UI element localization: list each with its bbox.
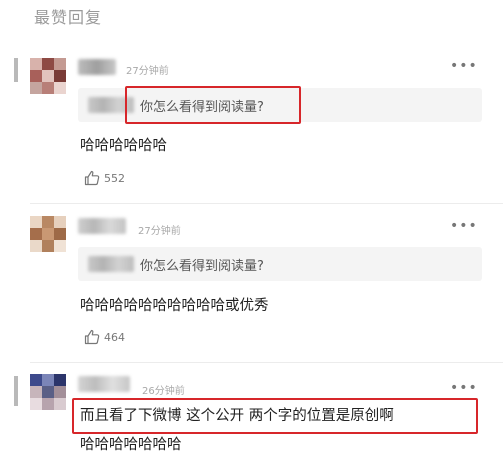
divider: [30, 362, 503, 363]
more-dots-icon[interactable]: •••: [450, 380, 478, 396]
comment-body-line-2: 哈哈哈哈哈哈哈: [80, 437, 182, 453]
comment-time: 27分钟前: [126, 66, 169, 77]
reply-quote-text: 你怎么看得到阅读量?: [140, 259, 264, 274]
like-count: 552: [104, 171, 125, 185]
like-button[interactable]: 464: [84, 328, 125, 346]
reply-quote[interactable]: 你怎么看得到阅读量?: [78, 247, 482, 281]
comment-body: 哈哈哈哈哈哈哈哈哈哈或优秀: [80, 298, 269, 314]
like-button[interactable]: 552: [84, 169, 125, 187]
username-blurred[interactable]: [78, 376, 130, 392]
thumbs-up-icon: [84, 329, 100, 345]
comment-body: 哈哈哈哈哈哈: [80, 138, 167, 154]
edge-marker: [14, 376, 18, 406]
thumbs-up-icon: [84, 170, 100, 186]
highlight-box: [125, 86, 301, 124]
like-count: 464: [104, 330, 125, 344]
divider: [30, 203, 503, 204]
username-blurred[interactable]: [78, 59, 116, 75]
username-blurred[interactable]: [78, 218, 126, 234]
section-title: 最赞回复: [34, 8, 103, 27]
avatar[interactable]: [30, 58, 66, 94]
more-dots-icon[interactable]: •••: [450, 218, 478, 234]
edge-marker: [14, 58, 18, 82]
reply-username-blurred: [88, 256, 134, 272]
highlight-box: [72, 398, 478, 434]
more-dots-icon[interactable]: •••: [450, 58, 478, 74]
comment-time: 27分钟前: [138, 226, 181, 237]
avatar[interactable]: [30, 216, 66, 252]
comment-time: 26分钟前: [142, 386, 185, 397]
avatar[interactable]: [30, 374, 66, 410]
